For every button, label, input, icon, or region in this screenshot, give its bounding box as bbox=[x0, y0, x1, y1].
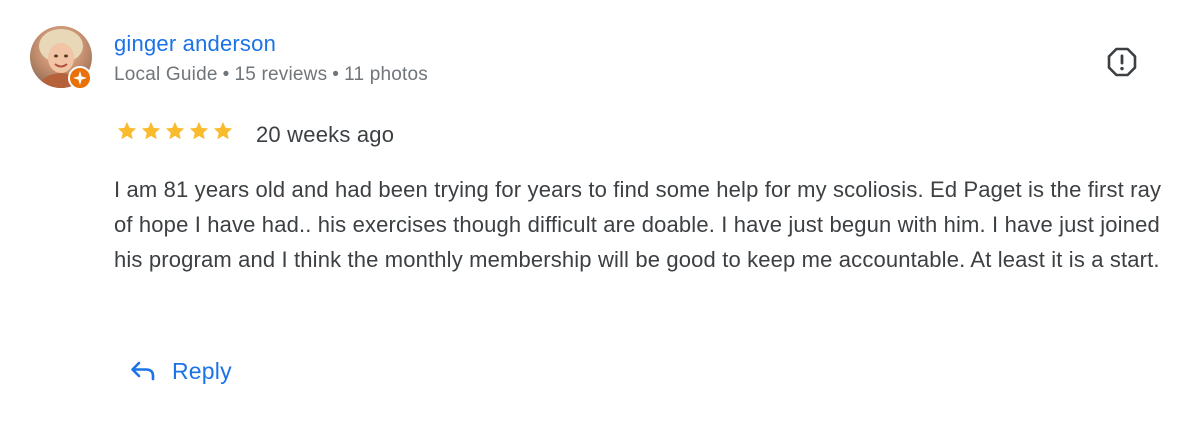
author-avatar[interactable] bbox=[30, 26, 94, 90]
review-text: I am 81 years old and had been trying fo… bbox=[114, 177, 1162, 272]
reply-arrow-icon bbox=[131, 361, 155, 381]
report-review-button[interactable] bbox=[1104, 44, 1140, 80]
reply-button[interactable]: Reply bbox=[126, 352, 236, 390]
author-meta: Local Guide • 15 reviews • 11 photos bbox=[114, 64, 428, 86]
star-icon bbox=[165, 121, 185, 140]
star-icon bbox=[141, 121, 161, 140]
review-count: 15 reviews bbox=[234, 64, 328, 85]
star-rating bbox=[116, 120, 234, 142]
local-guide-badge-icon bbox=[68, 66, 92, 90]
local-guide-label: Local Guide bbox=[114, 64, 218, 85]
review-card: ginger anderson Local Guide • 15 reviews • 1… bbox=[0, 0, 1200, 422]
star-icon bbox=[213, 121, 233, 140]
meta-separator: • bbox=[332, 64, 340, 85]
star-icon bbox=[189, 121, 209, 140]
photo-count: 11 photos bbox=[344, 64, 429, 85]
report-flag-icon bbox=[1107, 47, 1137, 77]
star-icon bbox=[117, 121, 137, 140]
meta-separator: • bbox=[222, 64, 230, 85]
author-name-link[interactable]: ginger anderson bbox=[114, 31, 276, 57]
reply-label: Reply bbox=[172, 357, 232, 384]
review-age: 20 weeks ago bbox=[256, 122, 395, 147]
